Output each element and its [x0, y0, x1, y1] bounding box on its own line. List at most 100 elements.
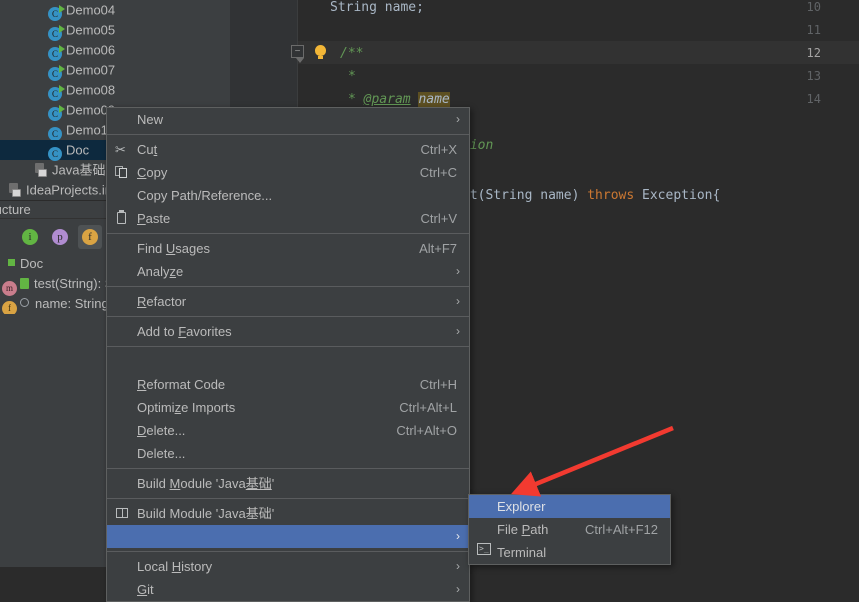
menu-item-label: New: [137, 112, 164, 127]
code-token-star: *: [348, 92, 364, 107]
menu-separator: [107, 316, 469, 317]
menu-item-find-usages[interactable]: Find Usages Alt+F7: [107, 237, 469, 260]
tree-item-label: Demo05: [66, 22, 116, 38]
iml-file-icon: [8, 183, 22, 197]
submenu-item-terminal[interactable]: >_ Terminal: [469, 541, 670, 564]
menu-item-label: Delete...: [137, 446, 186, 461]
menu-item-copy-path-reference[interactable]: Copy Path/Reference...: [107, 184, 469, 207]
terminal-icon: >_: [477, 543, 491, 555]
code-line-13: *: [348, 69, 356, 84]
java-class-runnable-icon: C: [48, 45, 65, 61]
submenu-item-explorer[interactable]: Explorer: [469, 495, 670, 518]
menu-item-build-module[interactable]: Build Module 'Java基础': [107, 472, 469, 495]
iml-file-icon: [34, 163, 48, 177]
split-icon: [115, 506, 130, 521]
tree-item-label: Demo06: [66, 42, 116, 58]
menu-item-cut[interactable]: ✂ Cut Ctrl+X: [107, 138, 469, 161]
menu-item-shortcut: Ctrl+Alt+L: [399, 400, 457, 415]
menu-item-label: Copy Path/Reference...: [137, 188, 273, 203]
menu-separator: [107, 498, 469, 499]
menu-item-label: Build Module 'Java基础': [137, 476, 275, 491]
chevron-right-icon: ›: [456, 529, 460, 543]
class-node-icon: [8, 259, 15, 266]
show-properties-button[interactable]: p: [48, 225, 72, 249]
java-class-runnable-icon: C: [48, 5, 65, 21]
tree-item-label: Doc: [66, 142, 90, 158]
menu-item-shortcut: Ctrl+Alt+O: [396, 423, 457, 438]
menu-item-open-in-right-split[interactable]: Build Module 'Java基础': [107, 502, 469, 525]
menu-item-analyze[interactable]: Analyze ›: [107, 260, 469, 283]
code-token-type: String: [330, 0, 377, 15]
menu-separator: [107, 346, 469, 347]
java-class-icon: C: [48, 147, 62, 161]
structure-node-label: Doc: [20, 256, 44, 271]
menu-item-label: Git: [137, 582, 154, 597]
menu-item-optimize-imports[interactable]: Optimize Imports Ctrl+Alt+L: [107, 396, 469, 419]
tree-item-demo07[interactable]: C Demo07: [0, 60, 230, 81]
menu-item-paste[interactable]: Paste Ctrl+V: [107, 207, 469, 230]
chevron-right-icon: ›: [456, 582, 460, 596]
menu-item-delete[interactable]: Delete... Ctrl+Alt+O: [107, 419, 469, 442]
line-number: 13: [806, 69, 821, 83]
line-number: 10: [806, 0, 821, 14]
menu-item-label: Paste: [137, 211, 171, 226]
menu-item-label: Reformat Code: [137, 377, 226, 392]
chevron-right-icon: ›: [456, 324, 460, 338]
code-line-signature-tail: st(String name) throws Exception{: [462, 188, 721, 203]
menu-item-shortcut: Ctrl+C: [419, 165, 457, 180]
submenu-item-file-path[interactable]: File Path Ctrl+Alt+F12: [469, 518, 670, 541]
java-class-runnable-icon: C: [48, 105, 65, 121]
menu-item-open-in[interactable]: ›: [107, 525, 469, 548]
menu-separator: [107, 233, 469, 234]
menu-item-git[interactable]: Git ›: [107, 578, 469, 601]
private-modifier-icon: [20, 298, 29, 307]
java-class-runnable-icon: C: [48, 25, 65, 41]
open-in-submenu[interactable]: Explorer File Path Ctrl+Alt+F12 >_ Termi…: [468, 494, 671, 565]
menu-item-shortcut: Alt+F7: [419, 241, 457, 256]
menu-separator: [107, 134, 469, 135]
menu-item-label: Optimize Imports: [137, 400, 236, 415]
tree-item-label: Demo04: [66, 2, 116, 18]
cut-icon: ✂: [115, 142, 126, 157]
menu-separator: [107, 551, 469, 552]
paste-icon: [115, 210, 130, 226]
menu-item-override-file-type[interactable]: Delete...: [107, 442, 469, 465]
menu-item-shortcut: Ctrl+Alt+F12: [585, 522, 658, 537]
tree-item-label: Demo07: [66, 62, 116, 78]
menu-item-label: Find Usages: [137, 241, 210, 256]
menu-item-shortcut: Ctrl+H: [419, 377, 457, 392]
fold-collapse-icon[interactable]: −: [291, 45, 304, 63]
code-line-12: /**: [340, 46, 364, 61]
menu-item-shortcut: Ctrl+V: [420, 211, 457, 226]
code-token-var: name;: [376, 0, 424, 15]
menu-item-reformat-code[interactable]: Reformat Code Ctrl+H: [107, 373, 469, 396]
show-fields-button[interactable]: f: [78, 225, 102, 249]
menu-item-browse-type-hierarchy[interactable]: [107, 350, 469, 373]
show-properties-icon: p: [52, 229, 68, 245]
context-menu[interactable]: New › ✂ Cut Ctrl+X Copy Ctrl+C Copy Path…: [106, 107, 470, 602]
menu-item-copy[interactable]: Copy Ctrl+C: [107, 161, 469, 184]
tree-item-label: IdeaProjects.iml: [26, 182, 119, 198]
chevron-right-icon: ›: [456, 294, 460, 308]
menu-item-label: Build Module 'Java基础': [137, 506, 275, 521]
menu-item-refactor[interactable]: Refactor ›: [107, 290, 469, 313]
show-inherited-button[interactable]: i: [18, 225, 42, 249]
chevron-right-icon: ›: [456, 112, 460, 126]
tree-item-demo05[interactable]: C Demo05: [0, 20, 230, 41]
field-icon: f: [2, 301, 17, 314]
tree-item-demo04[interactable]: C Demo04: [0, 0, 230, 21]
tree-item-demo06[interactable]: C Demo06: [0, 40, 230, 61]
tree-item-demo08[interactable]: C Demo08: [0, 80, 230, 101]
code-token-param-name: name: [418, 92, 450, 107]
show-fields-icon: f: [82, 229, 98, 245]
code-token-javadoc-tag: @param: [363, 92, 411, 107]
menu-item-new[interactable]: New ›: [107, 108, 469, 131]
java-class-runnable-icon: C: [48, 65, 65, 81]
menu-separator: [107, 286, 469, 287]
menu-item-add-to-favorites[interactable]: Add to Favorites ›: [107, 320, 469, 343]
code-line-10: String name;: [330, 0, 424, 19]
menu-item-label: Cut: [137, 142, 158, 157]
chevron-right-icon: ›: [456, 264, 460, 278]
java-class-icon: C: [48, 127, 62, 141]
intention-bulb-icon[interactable]: [315, 45, 326, 59]
